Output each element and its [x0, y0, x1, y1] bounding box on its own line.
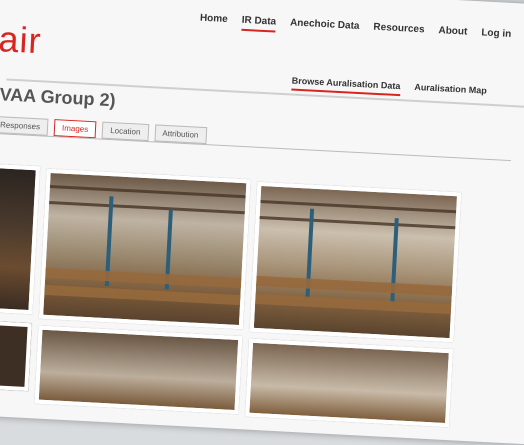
- roof-beam: [260, 200, 457, 214]
- nav-log-in[interactable]: Log in: [481, 27, 512, 45]
- roof-beam: [49, 200, 245, 215]
- subnav-auralisation-map[interactable]: Auralisation Map: [414, 82, 487, 101]
- page-sheet: air Home IR Data Anechoic Data Resources…: [0, 0, 524, 445]
- pew: [44, 284, 241, 306]
- nav-resources[interactable]: Resources: [373, 22, 425, 41]
- roof-beam: [259, 215, 456, 230]
- gallery-image-church-interior-1[interactable]: [39, 168, 251, 330]
- gallery-image-left-partial[interactable]: [0, 163, 40, 315]
- nav-about[interactable]: About: [438, 25, 467, 42]
- gallery-image-church-interior-2[interactable]: [249, 181, 462, 343]
- nav-anechoic-data[interactable]: Anechoic Data: [290, 17, 360, 37]
- roof-beam: [49, 184, 246, 199]
- tabs-divider: [0, 132, 511, 162]
- gallery-image-row2-2[interactable]: [245, 338, 453, 428]
- subnav-browse-auralisation-data[interactable]: Browse Auralisation Data: [291, 75, 401, 97]
- tab-bar: Responses Images Location Attribution: [0, 115, 207, 145]
- gallery-image-row2-1[interactable]: [34, 325, 243, 415]
- site-logo[interactable]: air: [0, 18, 43, 62]
- top-nav: Home IR Data Anechoic Data Resources Abo…: [199, 13, 512, 45]
- gallery-image-bottom-left-partial[interactable]: [0, 320, 32, 392]
- pew: [45, 267, 242, 289]
- pew: [256, 275, 453, 297]
- nav-home[interactable]: Home: [199, 13, 228, 30]
- tab-images[interactable]: Images: [53, 119, 97, 139]
- pew: [255, 293, 452, 315]
- page-title: (VAA Group 2): [0, 83, 117, 111]
- nav-ir-data[interactable]: IR Data: [241, 14, 277, 33]
